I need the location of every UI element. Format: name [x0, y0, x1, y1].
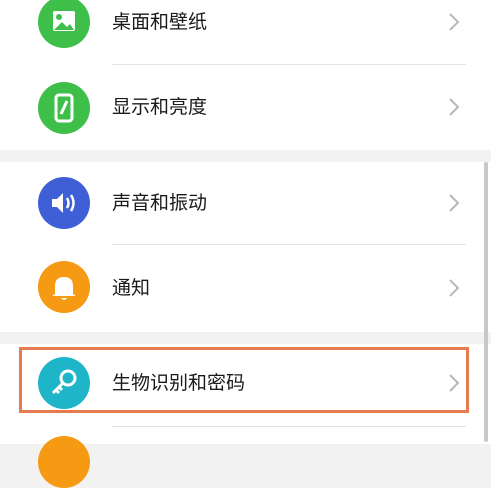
- divider: [112, 244, 466, 245]
- divider: [112, 426, 466, 427]
- settings-group-display: 桌面和壁纸 显示和亮度: [0, 0, 491, 150]
- sidebar-item-label: 桌面和壁纸: [112, 11, 208, 33]
- settings-item-desktop-wallpaper[interactable]: 桌面和壁纸: [0, 0, 491, 62]
- sidebar-item-label: 声音和振动: [112, 192, 208, 214]
- settings-group-sound-notify: 声音和振动 通知: [0, 162, 491, 332]
- chevron-right-icon: [449, 13, 460, 31]
- scrollbar[interactable]: [484, 162, 488, 442]
- settings-item-display-brightness[interactable]: 显示和亮度: [0, 66, 491, 148]
- sidebar-item-label: 显示和亮度: [112, 96, 208, 118]
- settings-item-sound-vibration[interactable]: 声音和振动: [0, 162, 491, 244]
- sidebar-item-label: 通知: [112, 277, 151, 299]
- chevron-right-icon: [449, 194, 460, 212]
- settings-item-notifications[interactable]: 通知: [0, 246, 491, 330]
- divider: [112, 64, 466, 65]
- chevron-right-icon: [449, 279, 460, 297]
- chevron-right-icon: [449, 98, 460, 116]
- highlight-box: [19, 347, 469, 413]
- speaker-icon: [38, 177, 90, 229]
- phone-brightness-icon: [38, 82, 90, 134]
- image-icon: [38, 0, 90, 48]
- bell-icon: [38, 261, 90, 313]
